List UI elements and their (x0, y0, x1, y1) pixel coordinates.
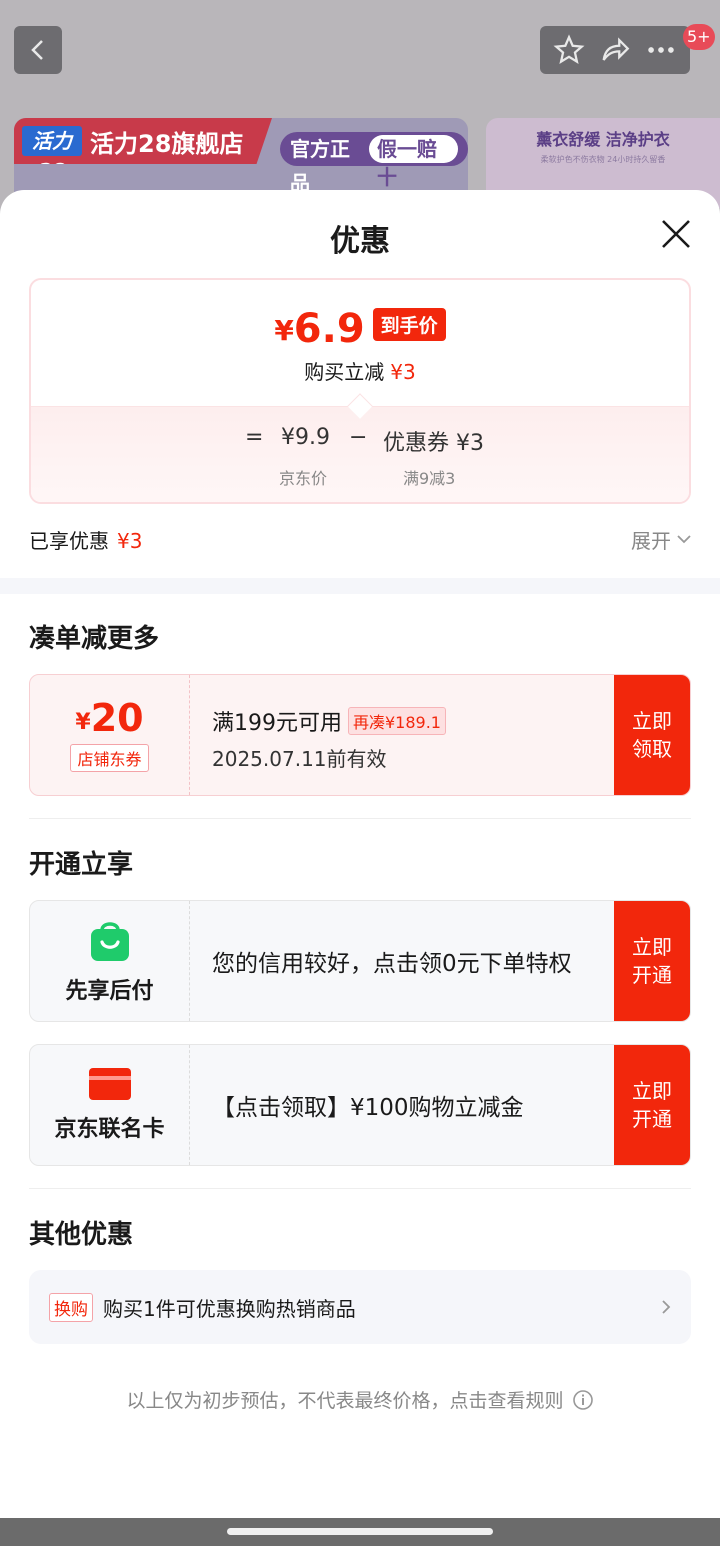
coupon-value-block: ¥ 20 店铺东券 (30, 675, 190, 795)
coupon-condition: 满199元可用 (212, 711, 342, 736)
section-title-open: 开通立享 (29, 850, 134, 880)
pay-later-text: 您的信用较好，点击领0元下单特权 (212, 951, 572, 977)
final-price: 6.9 (293, 306, 365, 352)
base-price-label: 京东价 (279, 469, 328, 488)
trade-in-row[interactable]: 换购 购买1件可优惠换购热销商品 (29, 1270, 691, 1344)
coupon-type-badge: 店铺东券 (70, 744, 149, 772)
final-price-row: ¥ 6.9 到手价 (31, 308, 689, 349)
enjoyed-discount-row: 已享优惠 ¥3 展开 (29, 524, 691, 554)
promo-card-subtitle: 柔软护色不伤衣物 24小时持久留香 (540, 155, 666, 164)
co-branded-card: 京东联名卡 【点击领取】¥100购物立减金 立即开通 (29, 1044, 691, 1166)
store-banner-title: 活力28 活力28旗舰店 (14, 118, 272, 164)
store-coupon-card: ¥ 20 店铺东券 满199元可用 再凑¥189.1 2025.07.11前有效… (29, 674, 691, 796)
section-title-other: 其他优惠 (29, 1220, 134, 1250)
store-tag-guarantee: 假一赔十 (369, 135, 458, 189)
trade-in-text: 购买1件可优惠换购热销商品 (103, 1296, 356, 1321)
section-title-more: 凑单减更多 (29, 624, 160, 654)
store-tag-official: 官方正品 (290, 137, 350, 195)
trade-in-tag: 换购 (49, 1292, 93, 1322)
enjoyed-label: 已享优惠 (29, 528, 109, 553)
minus-sign: − (349, 425, 368, 450)
open-pay-later-label: 立即开通 (632, 935, 672, 987)
promo-card-title: 薰衣舒缓 洁净护衣 (536, 130, 670, 149)
coupon-details: 满199元可用 再凑¥189.1 2025.07.11前有效 (190, 675, 614, 795)
coupon-amount: 优惠券 ¥3 (383, 431, 484, 456)
rules-disclaimer[interactable]: 以上仅为初步预估，不代表最终价格，点击查看规则 (0, 1386, 720, 1413)
disclaimer-text: 以上仅为初步预估，不代表最终价格，点击查看规则 (126, 1390, 564, 1412)
share-icon[interactable] (598, 33, 632, 67)
close-button[interactable] (656, 214, 696, 254)
price-currency: ¥ (274, 314, 294, 347)
close-icon (662, 220, 690, 248)
home-indicator[interactable] (227, 1528, 493, 1535)
top-actions (540, 26, 690, 74)
pay-later-card: 先享后付 您的信用较好，点击领0元下单特权 立即开通 (29, 900, 691, 1022)
pay-later-label: 先享后付 (65, 979, 154, 1004)
coupon-value: 20 (90, 696, 144, 740)
expand-toggle[interactable]: 展开 (631, 525, 691, 554)
credit-card-icon (88, 1068, 131, 1100)
discount-sheet: 优惠 ¥ 6.9 到手价 购买立减 ¥3 = ¥9.9 − 优惠券 ¥3 京东价… (0, 190, 720, 1518)
coupon-expiry: 2025.07.11前有效 (212, 747, 387, 771)
more-icon[interactable] (644, 33, 678, 67)
back-button[interactable] (14, 26, 62, 74)
price-equation: = ¥9.9 − 优惠券 ¥3 京东价 满9减3 (31, 393, 689, 502)
final-price-tag: 到手价 (372, 308, 446, 341)
coupon-gap-tag: 再凑¥189.1 (348, 707, 446, 735)
open-pay-later-button[interactable]: 立即开通 (614, 901, 690, 1021)
chevron-left-icon (31, 40, 43, 60)
brand-logo: 活力28 (22, 126, 82, 164)
divider (29, 818, 691, 819)
instant-discount: 购买立减 ¥3 (31, 356, 689, 385)
instant-discount-value: ¥3 (390, 360, 416, 384)
equals-sign: = (245, 425, 264, 450)
system-nav-bar (0, 1518, 720, 1546)
section-divider (0, 578, 720, 594)
base-price: ¥9.9 (281, 425, 330, 450)
instant-discount-label: 购买立减 (304, 360, 385, 384)
open-co-branded-button[interactable]: 立即开通 (614, 1045, 690, 1165)
sheet-title: 优惠 (330, 224, 390, 259)
coupon-condition-label: 满9减3 (403, 469, 456, 488)
enjoyed-value: ¥3 (117, 528, 143, 553)
shopping-bag-icon (90, 922, 129, 961)
coupon-currency: ¥ (75, 710, 91, 735)
notification-badge: 5+ (683, 24, 715, 50)
open-co-branded-label: 立即开通 (632, 1079, 672, 1131)
store-tags: 官方正品 假一赔十 (280, 132, 468, 195)
info-icon (572, 1389, 593, 1410)
claim-coupon-label: 立即领取 (632, 709, 672, 761)
claim-coupon-button[interactable]: 立即领取 (614, 675, 690, 795)
co-branded-text: 【点击领取】¥100购物立减金 (212, 1095, 524, 1121)
divider (29, 1188, 691, 1189)
chevron-down-icon (677, 535, 691, 544)
expand-label: 展开 (631, 528, 671, 553)
store-name: 活力28旗舰店 (90, 129, 244, 158)
price-breakdown: ¥ 6.9 到手价 购买立减 ¥3 = ¥9.9 − 优惠券 ¥3 京东价 满9减… (29, 278, 691, 504)
co-branded-label: 京东联名卡 (54, 1117, 165, 1142)
star-icon[interactable] (552, 33, 586, 67)
chevron-right-icon (662, 1300, 671, 1314)
